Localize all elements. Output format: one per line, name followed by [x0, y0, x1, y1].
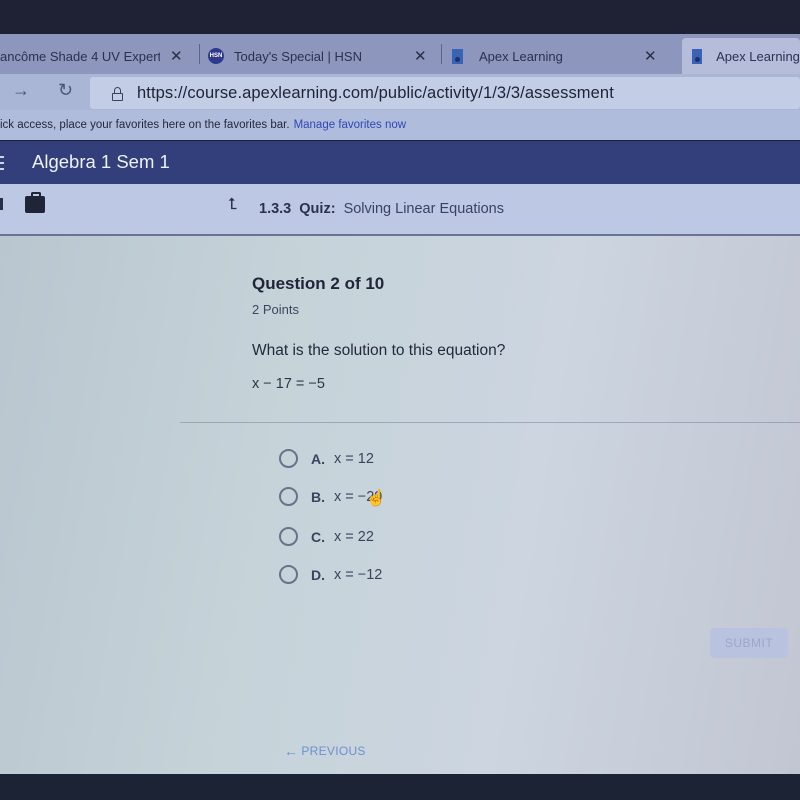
question-equation: x − 17 = −5: [252, 376, 325, 392]
screen-bezel-top: [0, 0, 800, 34]
previous-label: PREVIOUS: [301, 744, 366, 758]
tab-title: ancôme Shade 4 UV Expert Min: [0, 48, 160, 64]
question-prompt: What is the solution to this equation?: [252, 342, 506, 359]
hsn-favicon-icon: HSN: [208, 48, 224, 64]
url-text: https://course.apexlearning.com/public/a…: [137, 83, 614, 102]
option-letter: D.: [311, 566, 325, 583]
lock-icon: [112, 86, 123, 101]
close-tab-icon[interactable]: ✕: [170, 47, 183, 65]
browser-toolbar: → ↻ https://course.apexlearning.com/publ…: [0, 74, 800, 110]
up-level-icon[interactable]: ⮤: [228, 196, 237, 214]
tab-title: Today's Special | HSN: [234, 48, 362, 64]
activity-type: Quiz:: [299, 201, 336, 217]
option-letter: A.: [311, 450, 325, 467]
option-text: x = −12: [334, 566, 383, 583]
answer-option-c[interactable]: C. x = 22: [279, 527, 374, 546]
question-panel: Question 2 of 10 2 Points What is the so…: [0, 236, 800, 774]
tab-separator: [199, 44, 200, 64]
answer-option-d[interactable]: D. x = −12: [279, 565, 382, 584]
browser-tab-strip: ancôme Shade 4 UV Expert Min ✕ HSN Today…: [0, 34, 800, 74]
apex-favicon-icon: [452, 48, 463, 64]
favorites-bar: ick access, place your favorites here on…: [0, 110, 800, 140]
option-letter: B.: [311, 488, 325, 505]
submit-button[interactable]: SUBMIT: [710, 628, 788, 658]
back-icon[interactable]: [0, 198, 3, 210]
radio-button[interactable]: [279, 449, 298, 468]
radio-button[interactable]: [279, 487, 298, 506]
screen-bezel-bottom: [0, 774, 800, 800]
arrow-left-icon: ←: [284, 743, 299, 759]
close-tab-icon[interactable]: ✕: [644, 47, 657, 65]
option-letter: C.: [311, 528, 325, 545]
menu-icon[interactable]: [0, 156, 4, 170]
previous-button[interactable]: ← PREVIOUS: [284, 743, 366, 759]
tab-hsn[interactable]: HSN Today's Special | HSN ✕: [208, 38, 440, 74]
activity-name: Solving Linear Equations: [343, 201, 504, 217]
activity-number: 1.3.3: [259, 201, 292, 217]
course-title: Algebra 1 Sem 1: [32, 151, 170, 172]
tab-separator: [441, 44, 442, 64]
apex-favicon-icon: [692, 48, 703, 64]
hand-cursor-icon: ☝: [366, 490, 386, 507]
tab-title: Apex Learning -: [716, 48, 800, 64]
activity-breadcrumb: 1.3.3 Quiz: Solving Linear Equations: [259, 201, 504, 217]
answer-option-a[interactable]: A. x = 12: [279, 449, 374, 468]
address-bar[interactable]: https://course.apexlearning.com/public/a…: [90, 77, 800, 109]
close-tab-icon[interactable]: ✕: [414, 47, 427, 65]
option-text: x = 22: [334, 528, 374, 545]
activity-header: ⮤ 1.3.3 Quiz: Solving Linear Equations: [0, 184, 800, 236]
favorites-bar-message: ick access, place your favorites here on…: [0, 119, 290, 131]
question-number: Question 2 of 10: [252, 274, 385, 293]
tab-apex-1[interactable]: Apex Learning ✕: [452, 38, 680, 74]
radio-button[interactable]: [279, 527, 298, 546]
briefcase-icon[interactable]: [25, 192, 45, 213]
question-points: 2 Points: [252, 302, 299, 317]
forward-icon[interactable]: →: [12, 80, 30, 101]
tab-title: Apex Learning: [479, 48, 563, 64]
radio-button[interactable]: [279, 565, 298, 584]
app-header: Algebra 1 Sem 1: [0, 141, 800, 184]
refresh-icon[interactable]: ↻: [58, 80, 73, 101]
divider: [180, 422, 800, 423]
manage-favorites-link[interactable]: Manage favorites now: [294, 119, 407, 131]
tab-lancome[interactable]: ancôme Shade 4 UV Expert Min ✕: [0, 38, 195, 74]
option-text: x = 12: [334, 450, 374, 467]
tab-apex-active[interactable]: Apex Learning -: [682, 38, 800, 74]
